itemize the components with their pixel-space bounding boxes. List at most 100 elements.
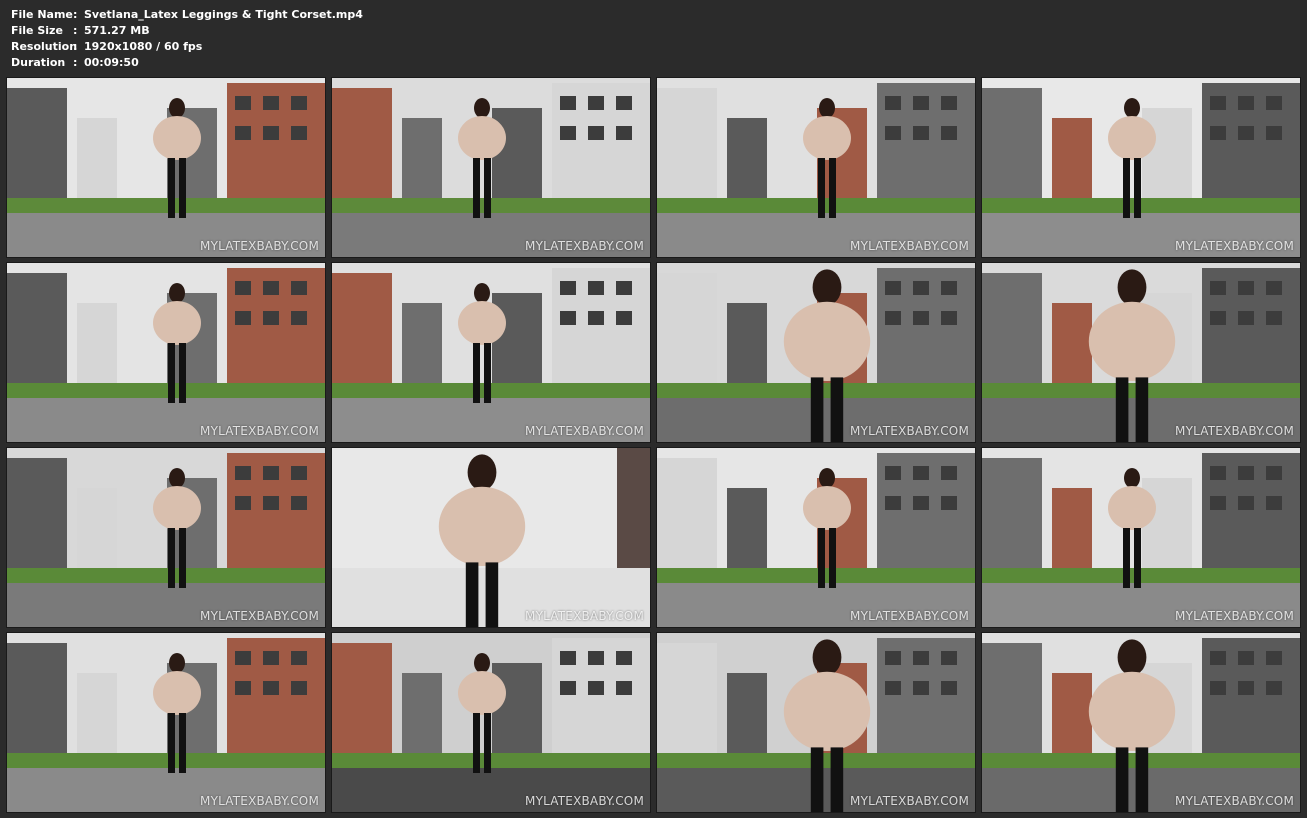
building	[657, 273, 717, 383]
window	[616, 311, 632, 325]
resolution-value: 1920x1080 / 60 fps	[84, 40, 203, 53]
building	[1052, 118, 1092, 198]
window	[588, 311, 604, 325]
colon: :	[73, 24, 78, 37]
leg	[484, 343, 491, 403]
thumbnail-image	[7, 263, 325, 442]
leg	[830, 377, 844, 442]
window	[235, 681, 251, 695]
window	[1266, 281, 1282, 295]
file-size-label: File Size	[11, 24, 63, 37]
video-thumbnail: MYLATEXBABY.COM	[6, 632, 326, 813]
building	[982, 458, 1042, 568]
window	[560, 281, 576, 295]
watermark-text: MYLATEXBABY.COM	[200, 609, 319, 623]
video-thumbnail: MYLATEXBABY.COM	[6, 262, 326, 443]
watermark-text: MYLATEXBABY.COM	[850, 794, 969, 808]
window	[560, 681, 576, 695]
watermark-text: MYLATEXBABY.COM	[850, 424, 969, 438]
thumbnail-image	[7, 78, 325, 257]
fur-coat	[1088, 671, 1176, 751]
building	[1052, 673, 1092, 753]
window	[1266, 126, 1282, 140]
watermark-text: MYLATEXBABY.COM	[850, 609, 969, 623]
building	[1052, 303, 1092, 383]
hair	[819, 468, 835, 488]
thumbnail-image	[982, 263, 1300, 442]
fur-coat	[1108, 486, 1156, 530]
window	[616, 681, 632, 695]
leg	[1134, 528, 1141, 588]
fur-coat	[458, 116, 506, 160]
window	[941, 311, 957, 325]
video-thumbnail: MYLATEXBABY.COM	[981, 77, 1301, 258]
hair	[812, 639, 842, 676]
video-thumbnail: MYLATEXBABY.COM	[656, 632, 976, 813]
leg	[473, 343, 480, 403]
window	[941, 126, 957, 140]
fur-coat	[153, 116, 201, 160]
video-thumbnail: MYLATEXBABY.COM	[331, 77, 651, 258]
leg	[168, 343, 175, 403]
building	[332, 273, 392, 383]
file-info-header: File Name : Svetlana_Latex Leggings & Ti…	[11, 7, 363, 71]
window	[885, 96, 901, 110]
window	[616, 651, 632, 665]
leg	[1135, 747, 1149, 812]
window	[1238, 681, 1254, 695]
fur-coat	[803, 116, 851, 160]
window	[913, 126, 929, 140]
window	[588, 96, 604, 110]
building	[77, 303, 117, 383]
thumbnail-image	[657, 78, 975, 257]
window	[1266, 496, 1282, 510]
file-name-label: File Name	[11, 8, 73, 21]
hair	[474, 283, 490, 303]
fur-coat	[458, 301, 506, 345]
window	[941, 651, 957, 665]
thumbnail-image	[982, 78, 1300, 257]
leg	[810, 377, 824, 442]
window	[1266, 681, 1282, 695]
watermark-text: MYLATEXBABY.COM	[1175, 424, 1294, 438]
window	[913, 466, 929, 480]
window	[885, 466, 901, 480]
watermark-text: MYLATEXBABY.COM	[200, 239, 319, 253]
video-thumbnail: MYLATEXBABY.COM	[981, 632, 1301, 813]
watermark-text: MYLATEXBABY.COM	[200, 794, 319, 808]
window	[263, 681, 279, 695]
window	[1210, 126, 1226, 140]
window	[1238, 126, 1254, 140]
duration-label: Duration	[11, 56, 66, 69]
window	[913, 681, 929, 695]
video-thumbnail: MYLATEXBABY.COM	[656, 262, 976, 443]
leg	[473, 158, 480, 218]
building	[77, 118, 117, 198]
window	[913, 651, 929, 665]
hair	[169, 468, 185, 488]
building	[982, 273, 1042, 383]
leg	[810, 747, 824, 812]
building	[7, 273, 67, 383]
leg	[1134, 158, 1141, 218]
window	[1238, 281, 1254, 295]
building	[657, 643, 717, 753]
window	[263, 466, 279, 480]
window	[1238, 651, 1254, 665]
window	[235, 96, 251, 110]
window	[1210, 466, 1226, 480]
fur-coat	[1108, 116, 1156, 160]
leg	[484, 158, 491, 218]
watermark-text: MYLATEXBABY.COM	[1175, 609, 1294, 623]
window	[263, 651, 279, 665]
thumbnail-image	[7, 448, 325, 627]
leg	[829, 528, 836, 588]
window	[1210, 96, 1226, 110]
watermark-text: MYLATEXBABY.COM	[525, 424, 644, 438]
watermark-text: MYLATEXBABY.COM	[525, 239, 644, 253]
building	[727, 673, 767, 753]
window	[235, 496, 251, 510]
window	[588, 281, 604, 295]
thumbnail-image	[657, 448, 975, 627]
window	[913, 96, 929, 110]
